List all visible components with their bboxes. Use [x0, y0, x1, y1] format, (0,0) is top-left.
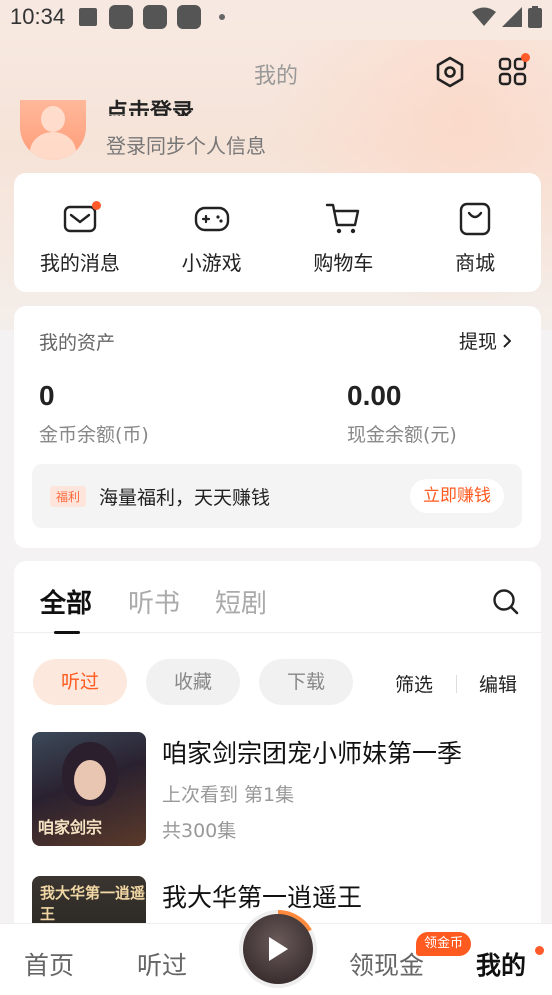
quick-item-label: 商城 — [455, 251, 496, 275]
item-progress: 上次看到 第1集 — [162, 784, 295, 806]
cash-balance-label: 现金余额(元) — [347, 424, 457, 446]
coin-balance-value[interactable]: 0 — [39, 380, 55, 412]
apps-button[interactable] — [493, 52, 533, 92]
bottom-nav: 首页 听过 领现金 领金币 我的 — [0, 910, 552, 995]
app-notification-icon — [109, 5, 134, 29]
chip-downloads[interactable]: 下载 — [259, 659, 353, 705]
withdraw-button[interactable]: 提现 — [459, 327, 511, 354]
play-icon — [269, 937, 288, 961]
app-notification-icon — [143, 5, 168, 29]
assets-card: 我的资产 提现 0 金币余额(币) 0.00 现金余额(元) 福利 海量福利，天… — [14, 306, 541, 548]
quick-item-messages[interactable]: 我的消息 — [14, 173, 146, 292]
quick-item-label: 小游戏 — [181, 251, 242, 275]
gamepad-icon — [194, 206, 229, 232]
signal-icon — [502, 7, 522, 27]
search-icon[interactable] — [491, 587, 521, 617]
content-tabs: 全部 听书 短剧 — [14, 561, 541, 634]
cash-balance-value[interactable]: 0.00 — [347, 380, 402, 412]
tab-all[interactable]: 全部 — [40, 583, 92, 620]
quick-item-mall[interactable]: 商城 — [409, 173, 541, 292]
settings-icon — [436, 56, 464, 88]
chevron-right-icon — [503, 333, 511, 348]
app-notification-icon — [177, 5, 202, 29]
edit-button[interactable]: 编辑 — [479, 670, 517, 697]
notification-icon — [79, 8, 98, 26]
play-button[interactable] — [239, 910, 317, 988]
chip-favorites[interactable]: 收藏 — [146, 659, 240, 705]
login-title[interactable]: 点击登录 — [106, 96, 194, 116]
assets-title: 我的资产 — [39, 332, 116, 354]
battery-icon — [528, 6, 542, 28]
item-title: 我大华第一逍遥王 — [162, 883, 363, 912]
nav-mine[interactable]: 我的 — [476, 946, 526, 982]
chip-listened[interactable]: 听过 — [33, 659, 127, 705]
cover-title: 咱家剑宗 — [38, 818, 103, 837]
notification-dot — [91, 201, 101, 210]
filter-button[interactable]: 筛选 — [395, 670, 433, 697]
wifi-icon — [472, 7, 496, 26]
get-coins-badge[interactable]: 领金币 — [416, 932, 472, 956]
notification-dot — [521, 53, 530, 62]
notification-dot — [535, 946, 544, 955]
benefit-tag: 福利 — [50, 486, 87, 507]
earn-now-button[interactable]: 立即赚钱 — [410, 479, 504, 513]
quick-item-label: 购物车 — [313, 251, 374, 275]
cart-icon — [326, 203, 360, 234]
divider — [456, 675, 457, 693]
settings-button[interactable] — [430, 52, 470, 92]
nav-listened[interactable]: 听过 — [137, 946, 187, 982]
shopping-bag-icon — [459, 202, 491, 236]
list-item[interactable]: 咱家剑宗 咱家剑宗团宠小师妹第一季 上次看到 第1集 共300集 — [32, 732, 532, 846]
page-header: 我的 — [0, 46, 552, 100]
cover-title: 我大华第一逍遥王 — [40, 884, 146, 923]
login-subtitle: 登录同步个人信息 — [106, 134, 266, 158]
benefit-banner[interactable]: 福利 海量福利，天天赚钱 立即赚钱 — [32, 464, 522, 528]
status-bar: 10:34 — [0, 0, 552, 34]
active-tab-indicator — [54, 631, 80, 634]
quick-item-games[interactable]: 小游戏 — [146, 173, 278, 292]
nav-cash[interactable]: 领现金 — [349, 946, 424, 982]
nav-home[interactable]: 首页 — [24, 946, 74, 982]
withdraw-label: 提现 — [458, 331, 497, 353]
avatar[interactable] — [20, 100, 86, 160]
tab-short-dramas[interactable]: 短剧 — [215, 583, 267, 620]
quick-actions-card: 我的消息 小游戏 购物车 商城 — [14, 173, 541, 292]
cover-image: 咱家剑宗 — [32, 732, 146, 846]
coin-balance-label: 金币余额(币) — [39, 424, 149, 446]
more-notifications-icon — [219, 14, 226, 20]
status-time: 10:34 — [10, 4, 66, 29]
login-section[interactable]: 点击登录 登录同步个人信息 — [20, 100, 520, 162]
item-title: 咱家剑宗团宠小师妹第一季 — [162, 739, 463, 768]
item-total: 共300集 — [162, 820, 237, 842]
quick-item-label: 我的消息 — [39, 251, 120, 275]
quick-item-cart[interactable]: 购物车 — [278, 173, 410, 292]
tab-audiobooks[interactable]: 听书 — [128, 583, 180, 620]
message-icon — [63, 205, 97, 233]
benefit-text: 海量福利，天天赚钱 — [99, 487, 271, 509]
